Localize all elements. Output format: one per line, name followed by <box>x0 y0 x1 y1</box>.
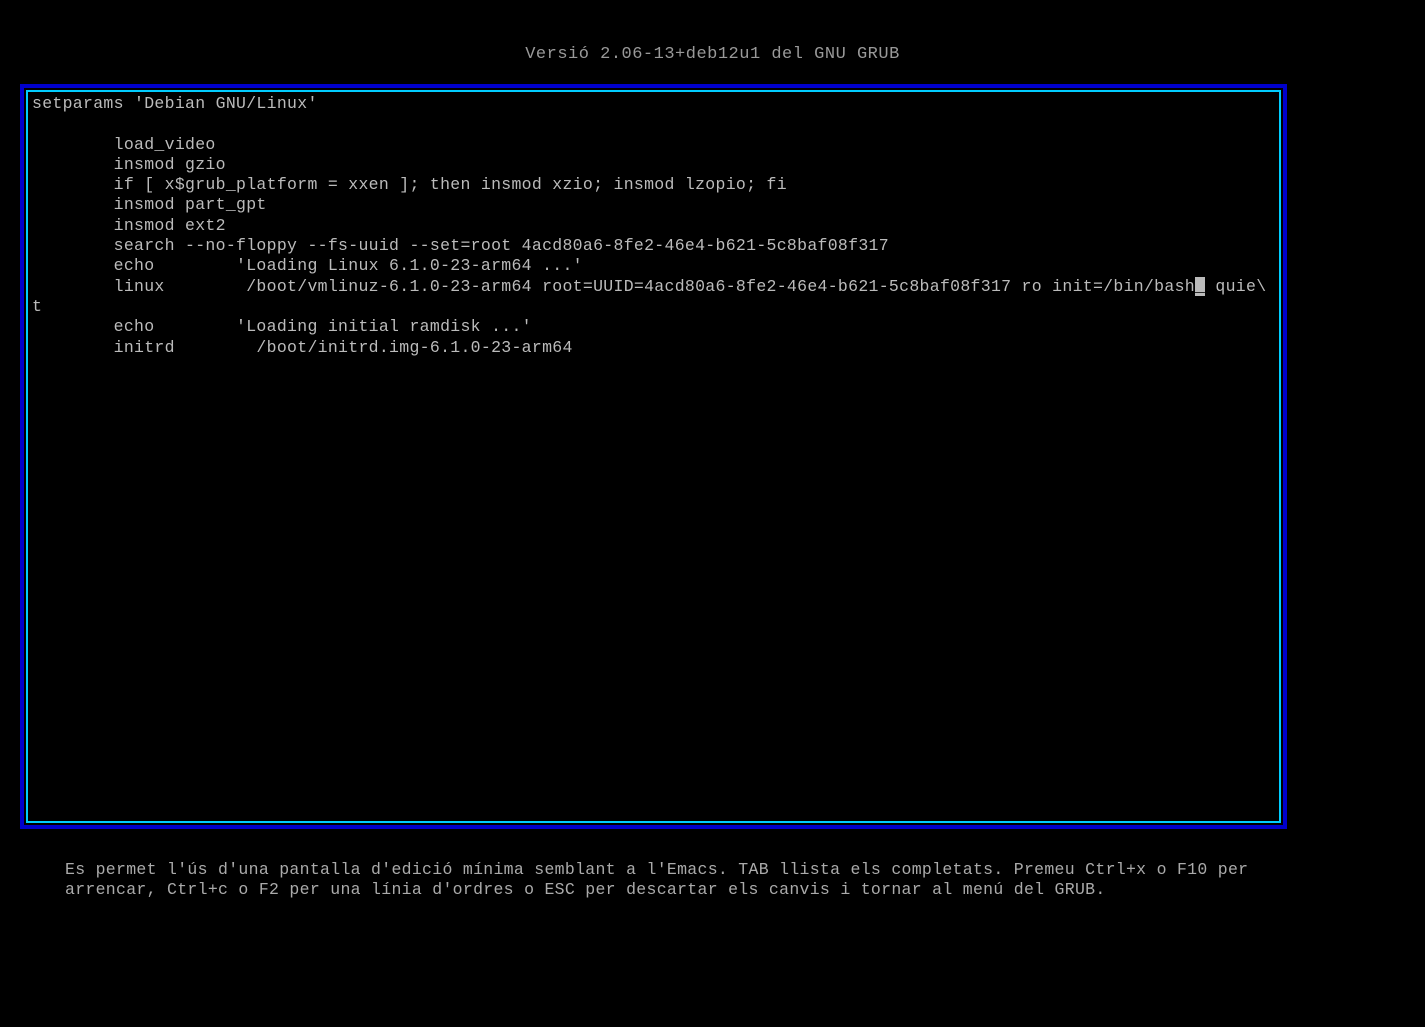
grub-help-text: Es permet l'ús d'una pantalla d'edició m… <box>65 860 1248 899</box>
grub-help-footer: Es permet l'ús d'una pantalla d'edició m… <box>65 860 1270 901</box>
grub-version-title: Versió 2.06-13+deb12u1 del GNU GRUB <box>525 45 900 64</box>
grub-header: Versió 2.06-13+deb12u1 del GNU GRUB <box>0 0 1425 84</box>
grub-editor-inner: setparams 'Debian GNU/Linux' load_video … <box>26 90 1281 823</box>
grub-editor-frame: setparams 'Debian GNU/Linux' load_video … <box>20 84 1287 829</box>
grub-editor-content[interactable]: setparams 'Debian GNU/Linux' load_video … <box>28 92 1279 360</box>
editor-cursor: _ <box>1195 277 1205 296</box>
